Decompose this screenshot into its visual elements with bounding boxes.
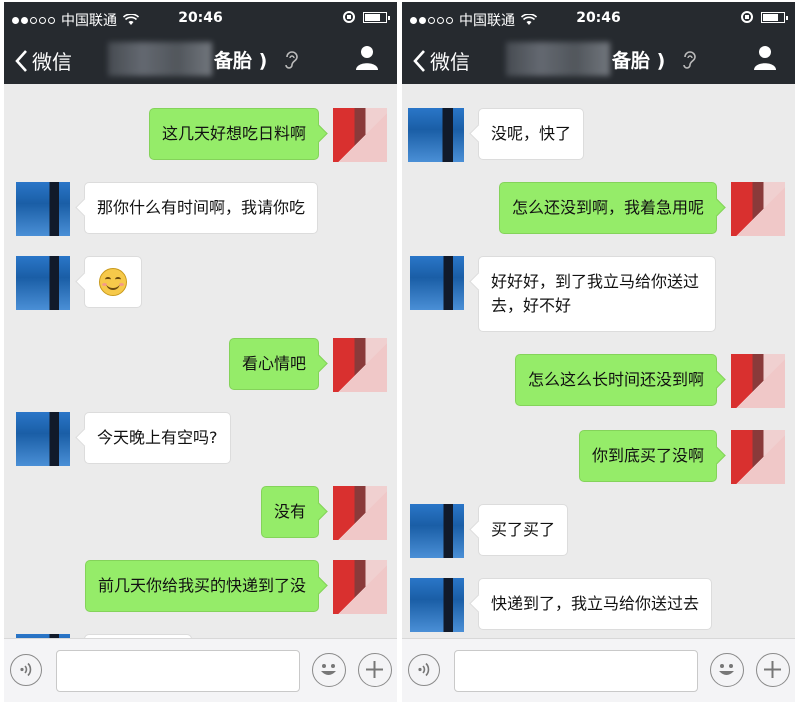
- chat-area[interactable]: 这几天好想吃日料啊 那你什么有时间啊，我请你吃 看心情吧 今天晚上有空吗? 没有: [4, 84, 397, 638]
- emoji-icon: [719, 664, 734, 675]
- avatar[interactable]: [408, 108, 464, 162]
- plus-button[interactable]: [756, 653, 790, 687]
- status-time: 20:46: [576, 10, 621, 26]
- message-bubble[interactable]: 你到底买了没啊: [578, 430, 717, 482]
- voice-icon: [418, 662, 430, 677]
- lock-rotation-icon: [343, 11, 355, 23]
- message-row: 这几天好想吃日料啊: [148, 108, 387, 162]
- message-bubble[interactable]: 怎么这么长时间还没到啊: [514, 354, 717, 406]
- back-chevron-icon: [15, 49, 27, 72]
- message-input[interactable]: [454, 650, 698, 692]
- smile-emoji-icon: [99, 268, 127, 296]
- back-button[interactable]: 微信: [412, 46, 470, 75]
- back-label: 微信: [430, 50, 470, 74]
- left-phone-screen: 中国联通 20:46 微信 备胎 ) 这几天好想吃日料啊 那你什么有时间啊，我请…: [4, 2, 397, 702]
- message-row: 好好好，到了我立马给你送过去，好不好: [410, 256, 716, 332]
- blurred-contact-name: [506, 42, 610, 76]
- message-bubble[interactable]: 好好好，到了我立马给你送过去，好不好: [478, 256, 716, 332]
- lock-rotation-icon: [741, 11, 753, 23]
- voice-button[interactable]: [408, 654, 440, 686]
- message-row: 那你什么有时间啊，我请你吃: [16, 182, 319, 236]
- message-row: [16, 256, 142, 310]
- message-row: 看心情吧: [228, 338, 387, 392]
- ear-icon: [683, 51, 696, 69]
- plus-icon: [366, 661, 383, 678]
- status-bar: 中国联通 20:46: [4, 2, 397, 34]
- plus-button[interactable]: [358, 653, 392, 687]
- avatar[interactable]: [731, 182, 785, 236]
- status-right: [343, 11, 390, 23]
- avatar[interactable]: [333, 486, 387, 540]
- message-bubble[interactable]: [84, 256, 142, 308]
- message-row: 前几天你给我买的快递到了没: [84, 560, 387, 614]
- message-bubble[interactable]: 今天晚上有空吗?: [84, 412, 231, 464]
- message-bubble[interactable]: 买了买了: [478, 504, 569, 556]
- message-row: 怎么还没到啊，我着急用呢: [498, 182, 785, 236]
- avatar[interactable]: [731, 430, 785, 484]
- message-bubble[interactable]: 没有: [260, 486, 319, 538]
- back-chevron-icon: [413, 49, 425, 72]
- avatar[interactable]: [731, 354, 785, 408]
- message-bubble[interactable]: 看心情吧: [228, 338, 319, 390]
- message-bubble[interactable]: 没呢，快了: [478, 108, 585, 160]
- chat-area[interactable]: 没呢，快了 怎么还没到啊，我着急用呢 好好好，到了我立马给你送过去，好不好 怎么…: [402, 84, 795, 638]
- battery-icon: [363, 11, 390, 23]
- message-row: 你到底买了没啊: [578, 430, 785, 484]
- emoji-icon: [321, 664, 336, 675]
- message-bubble[interactable]: 快递到了，我立马给你送过去: [478, 578, 713, 630]
- voice-icon: [20, 662, 32, 677]
- message-bubble[interactable]: 那你什么有时间啊，我请你吃: [84, 182, 319, 234]
- person-icon[interactable]: [355, 45, 379, 71]
- message-row: 今天晚上有空吗?: [16, 412, 231, 466]
- chat-title: 备胎 ): [214, 50, 268, 72]
- avatar[interactable]: [410, 256, 464, 310]
- message-input[interactable]: [56, 650, 300, 692]
- status-right: [741, 11, 788, 23]
- back-button[interactable]: 微信: [14, 46, 72, 75]
- avatar[interactable]: [333, 338, 387, 392]
- avatar[interactable]: [16, 256, 70, 310]
- emoji-button[interactable]: [710, 653, 744, 687]
- message-bubble[interactable]: 怎么还没到啊，我着急用呢: [498, 182, 717, 234]
- message-row: 没有: [260, 486, 387, 540]
- avatar[interactable]: [16, 182, 70, 236]
- message-bubble[interactable]: 这几天好想吃日料啊: [148, 108, 319, 160]
- chat-title: 备胎 ): [612, 50, 666, 72]
- nav-bar: 微信 备胎 ): [402, 34, 795, 84]
- emoji-button[interactable]: [312, 653, 346, 687]
- status-time: 20:46: [178, 10, 223, 26]
- plus-icon: [764, 661, 781, 678]
- ear-icon: [285, 51, 298, 69]
- voice-button[interactable]: [10, 654, 42, 686]
- avatar[interactable]: [333, 560, 387, 614]
- message-row: 快递到了，我立马给你送过去: [410, 578, 713, 632]
- message-row: 没呢，快了: [408, 108, 585, 162]
- message-row: 怎么这么长时间还没到啊: [514, 354, 785, 408]
- avatar[interactable]: [410, 504, 464, 558]
- back-label: 微信: [32, 50, 72, 74]
- avatar[interactable]: [16, 412, 70, 466]
- message-row: 买了买了: [410, 504, 569, 558]
- input-bar: [402, 638, 795, 702]
- battery-icon: [761, 11, 788, 23]
- message-bubble[interactable]: 前几天你给我买的快递到了没: [84, 560, 319, 612]
- blurred-contact-name: [108, 42, 212, 76]
- avatar[interactable]: [410, 578, 464, 632]
- right-phone-screen: 中国联通 20:46 微信 备胎 ) 没呢，快了 怎么还没到啊，我着急用呢 好好…: [402, 2, 795, 702]
- person-icon[interactable]: [753, 45, 777, 71]
- status-bar: 中国联通 20:46: [402, 2, 795, 34]
- nav-bar: 微信 备胎 ): [4, 34, 397, 84]
- input-bar: [4, 638, 397, 702]
- avatar[interactable]: [333, 108, 387, 162]
